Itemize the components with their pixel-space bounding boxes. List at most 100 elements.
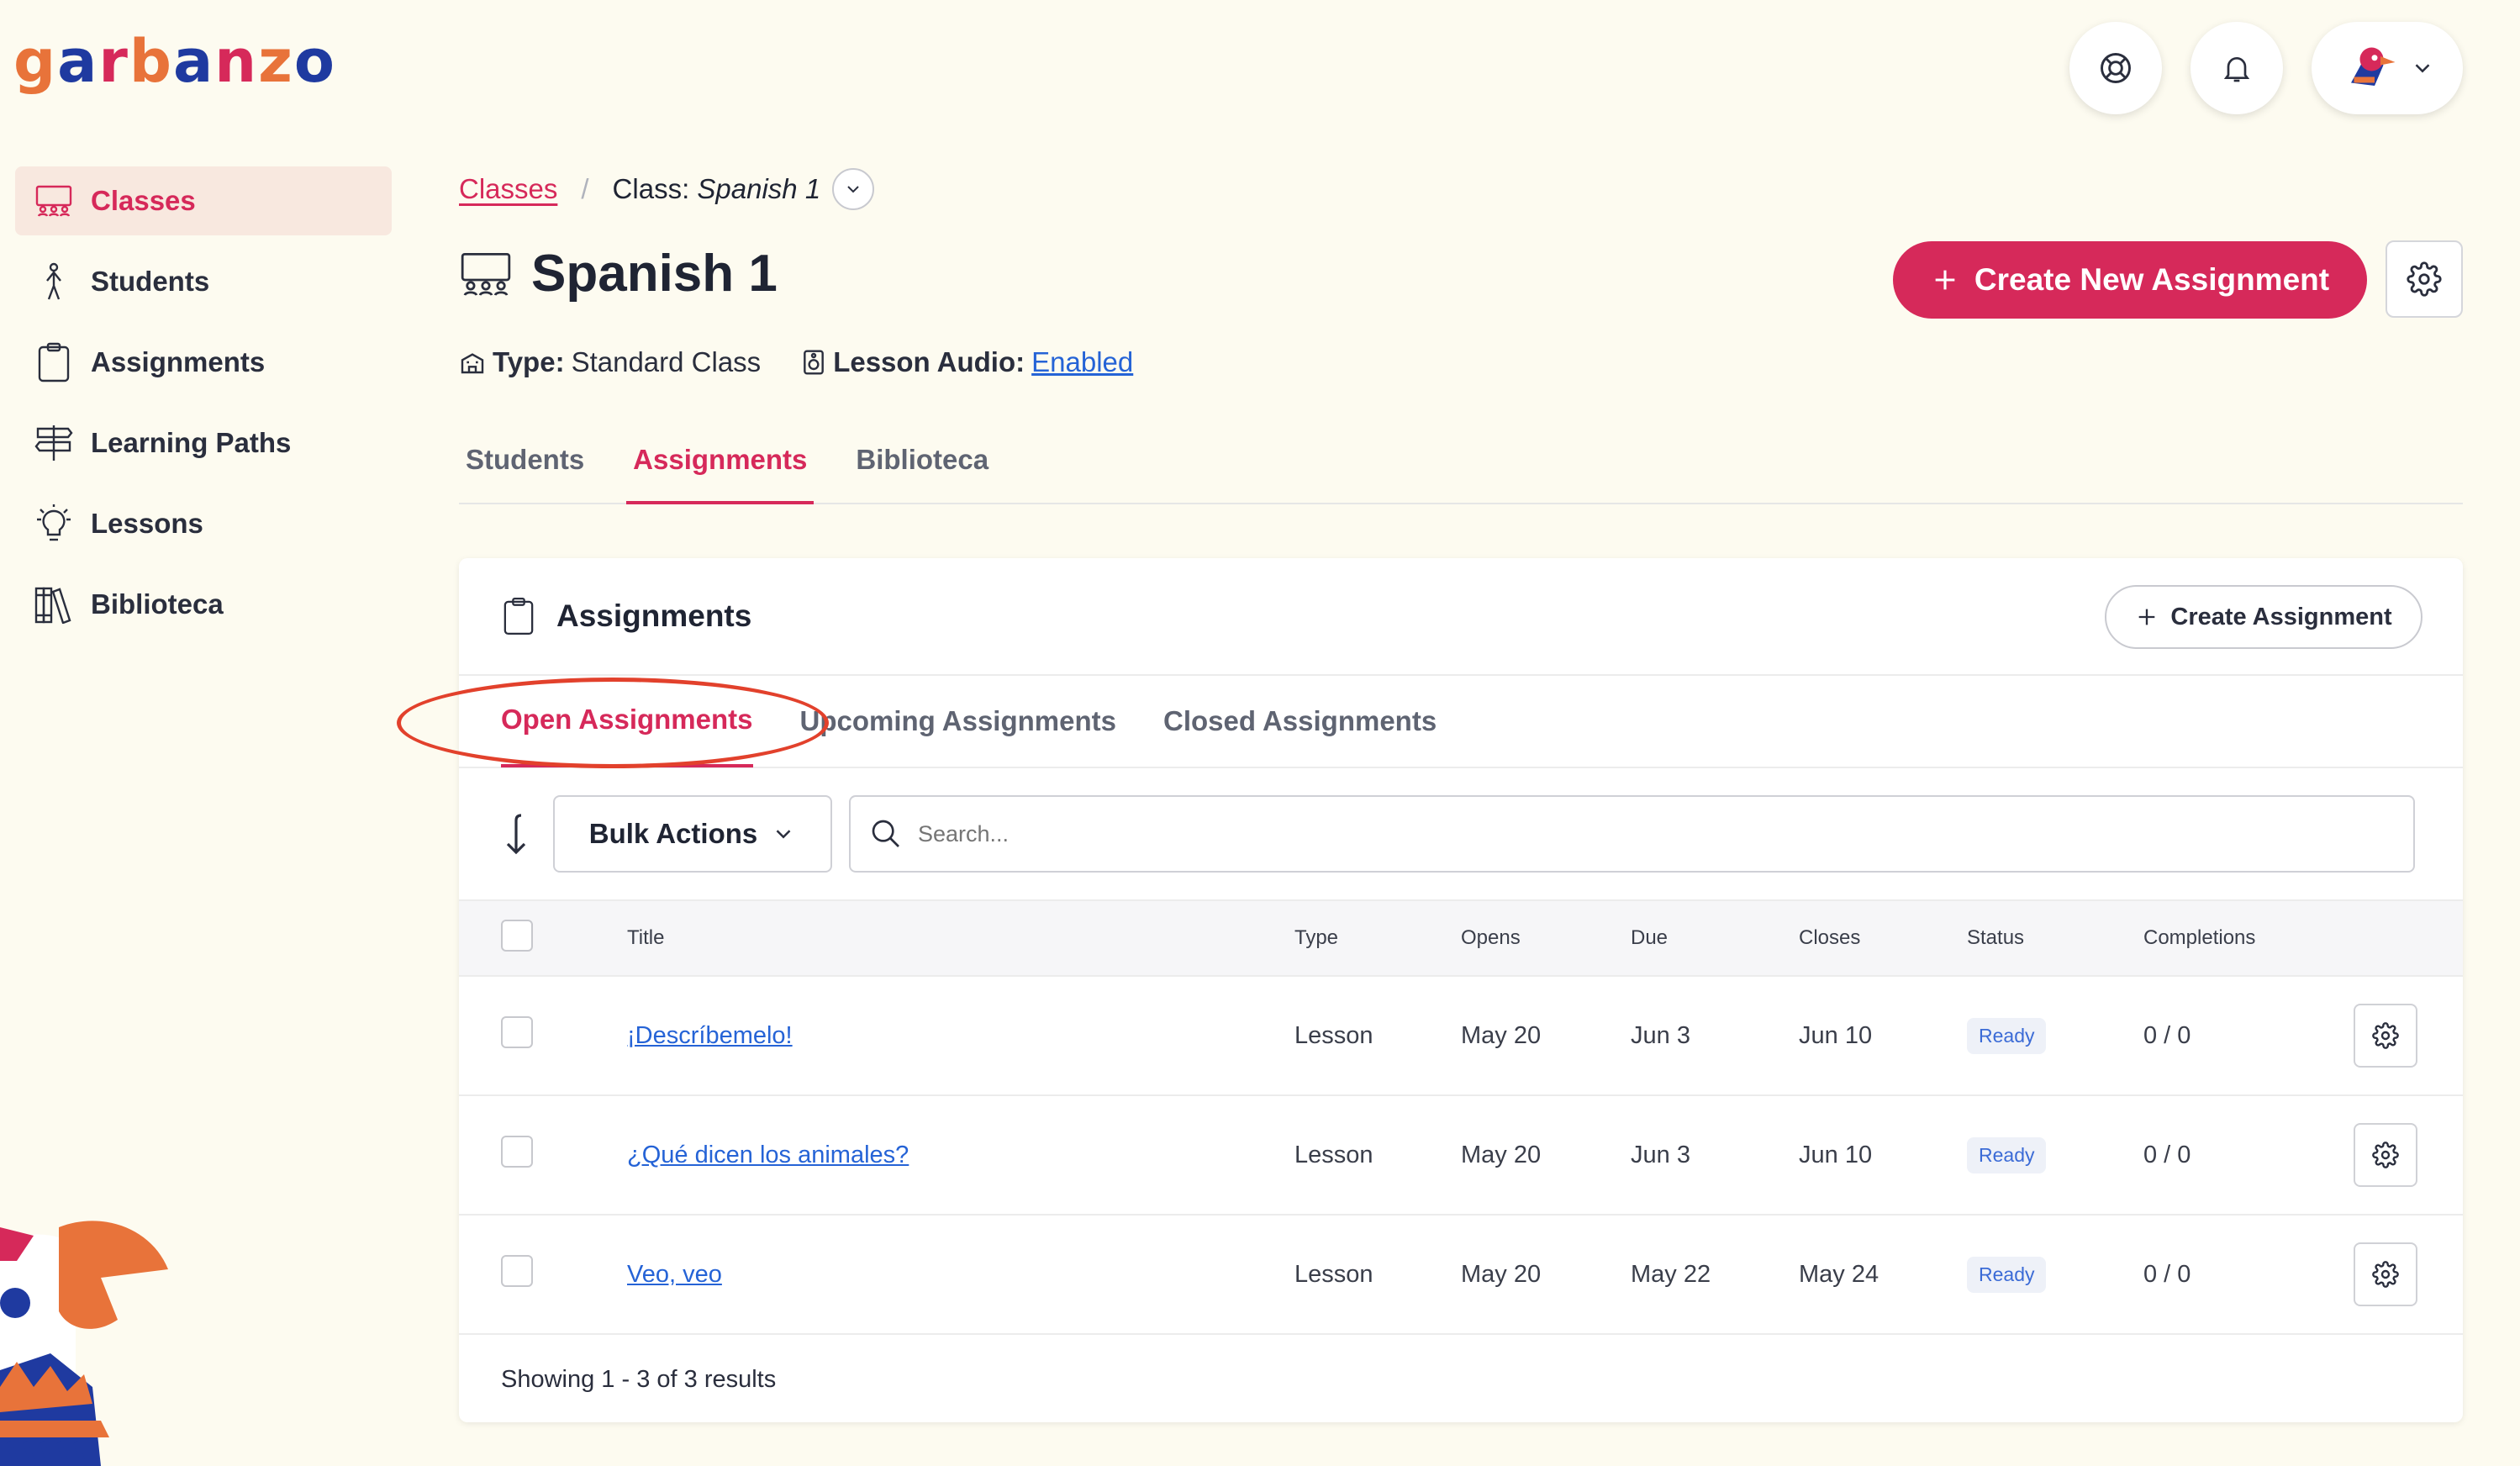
pagination-summary: Showing 1 - 3 of 3 results [501, 1365, 777, 1393]
table-row: Veo, veo Lesson May 20 May 22 May 24 Rea… [459, 1215, 2463, 1335]
row-checkbox[interactable] [501, 1255, 533, 1287]
column-completions[interactable]: Completions [2143, 899, 2354, 977]
assignment-title-link[interactable]: ¡Descríbemelo! [627, 1022, 793, 1049]
status-badge: Ready [1967, 1136, 2047, 1173]
cell-opens: May 20 [1461, 1215, 1631, 1335]
status-badge: Ready [1967, 1017, 2047, 1054]
audio-label: Lesson Audio: [833, 346, 1025, 377]
create-new-assignment-label: Create New Assignment [1974, 262, 2330, 297]
books-icon [34, 584, 74, 625]
tab-closed-assignments[interactable]: Closed Assignments [1163, 675, 1437, 767]
cell-completions: 0 / 0 [2143, 1095, 2354, 1216]
bulk-actions-label: Bulk Actions [588, 818, 758, 849]
create-assignment-label: Create Assignment [2170, 603, 2392, 630]
type-label: Type: [493, 346, 565, 377]
card-header: Assignments Create Assignment [459, 558, 2463, 676]
column-status[interactable]: Status [1967, 899, 2143, 977]
cell-type: Lesson [1294, 1215, 1461, 1335]
page-header: Spanish 1 [459, 244, 778, 303]
garbanzo-logo[interactable]: garbanzo [13, 32, 336, 91]
create-assignment-button[interactable]: Create Assignment [2105, 585, 2422, 649]
sort-icon[interactable] [501, 812, 535, 856]
row-settings-button[interactable] [2354, 1123, 2417, 1187]
cell-completions: 0 / 0 [2143, 976, 2354, 1096]
logo-letter: a [57, 27, 99, 96]
breadcrumb-separator: / [581, 173, 589, 204]
table-header-row: Title Type Opens Due Closes Status Compl… [459, 899, 2463, 977]
class-switcher-button[interactable] [832, 168, 875, 210]
assignment-title-link[interactable]: ¿Qué dicen los animales? [627, 1142, 909, 1168]
classroom-icon [34, 181, 74, 221]
class-tabs: Students Assignments Biblioteca [459, 434, 2463, 504]
tab-upcoming-assignments[interactable]: Upcoming Assignments [800, 675, 1117, 767]
row-checkbox[interactable] [501, 1136, 533, 1168]
gear-icon [2372, 1022, 2399, 1049]
breadcrumb-class-name: Spanish 1 [697, 173, 821, 204]
row-checkbox[interactable] [501, 1016, 533, 1048]
bulk-actions-dropdown[interactable]: Bulk Actions [553, 795, 832, 873]
lesson-audio-link[interactable]: Enabled [1031, 346, 1133, 378]
classroom-icon [461, 252, 511, 296]
tab-open-assignments[interactable]: Open Assignments [501, 675, 753, 767]
column-title[interactable]: Title [627, 899, 1294, 977]
row-settings-button[interactable] [2354, 1242, 2417, 1306]
sidebar-item-classes[interactable]: Classes [15, 166, 392, 235]
chevron-down-icon [776, 830, 791, 839]
column-due[interactable]: Due [1631, 899, 1799, 977]
assignment-status-tabs: Open Assignments Upcoming Assignments Cl… [459, 676, 2463, 768]
help-button[interactable] [2069, 22, 2162, 114]
column-closes[interactable]: Closes [1799, 899, 1967, 977]
cell-closes: May 24 [1799, 1215, 1967, 1335]
logo-letter: z [258, 27, 294, 96]
plus-icon [1935, 270, 1955, 290]
assignment-title-link[interactable]: Veo, veo [627, 1261, 722, 1288]
clipboard-icon [503, 597, 534, 635]
row-settings-button[interactable] [2354, 1004, 2417, 1068]
cell-closes: Jun 10 [1799, 1095, 1967, 1216]
sidebar-item-label: Assignments [91, 346, 266, 377]
user-menu-button[interactable] [2312, 22, 2463, 114]
select-all-checkbox[interactable] [501, 919, 533, 952]
sidebar-item-label: Learning Paths [91, 427, 292, 458]
column-type[interactable]: Type [1294, 899, 1461, 977]
cell-opens: May 20 [1461, 976, 1631, 1096]
column-opens[interactable]: Opens [1461, 899, 1631, 977]
cell-due: Jun 3 [1631, 976, 1799, 1096]
class-settings-button[interactable] [2386, 240, 2463, 318]
sidebar-item-assignments[interactable]: Assignments [15, 328, 392, 397]
logo-letter: n [214, 27, 259, 96]
search-box [849, 795, 2415, 873]
assignments-card: Assignments Create Assignment Open Assig… [459, 558, 2463, 1422]
sidebar-item-label: Lessons [91, 508, 203, 539]
card-title: Assignments [556, 599, 752, 633]
tab-assignments[interactable]: Assignments [626, 434, 815, 504]
sidebar: Classes Students Assignments Learning Pa… [15, 166, 392, 651]
breadcrumb-current: Class: Spanish 1 [613, 173, 821, 205]
clipboard-icon [34, 342, 74, 382]
bell-icon [2223, 57, 2250, 82]
sidebar-item-label: Students [91, 266, 210, 297]
cell-closes: Jun 10 [1799, 976, 1967, 1096]
cell-completions: 0 / 0 [2143, 1215, 2354, 1335]
sidebar-item-students[interactable]: Students [15, 247, 392, 316]
cell-due: Jun 3 [1631, 1095, 1799, 1216]
school-icon [461, 353, 484, 374]
cell-due: May 22 [1631, 1215, 1799, 1335]
lifebuoy-icon [2101, 53, 2131, 83]
breadcrumb-classes-link[interactable]: Classes [459, 173, 557, 205]
lightbulb-icon [34, 504, 74, 544]
cell-type: Lesson [1294, 1095, 1461, 1216]
search-input[interactable] [918, 820, 2347, 847]
sidebar-item-lessons[interactable]: Lessons [15, 489, 392, 558]
notifications-button[interactable] [2191, 22, 2283, 114]
sidebar-item-learning-paths[interactable]: Learning Paths [15, 409, 392, 477]
create-new-assignment-button[interactable]: Create New Assignment [1893, 241, 2367, 319]
tab-students[interactable]: Students [459, 434, 591, 504]
search-icon [872, 820, 899, 847]
sidebar-item-label: Classes [91, 185, 196, 216]
cell-type: Lesson [1294, 976, 1461, 1096]
signpost-icon [34, 423, 74, 463]
tab-biblioteca[interactable]: Biblioteca [849, 434, 995, 504]
sidebar-item-biblioteca[interactable]: Biblioteca [15, 570, 392, 639]
type-value: Standard Class [571, 346, 762, 377]
